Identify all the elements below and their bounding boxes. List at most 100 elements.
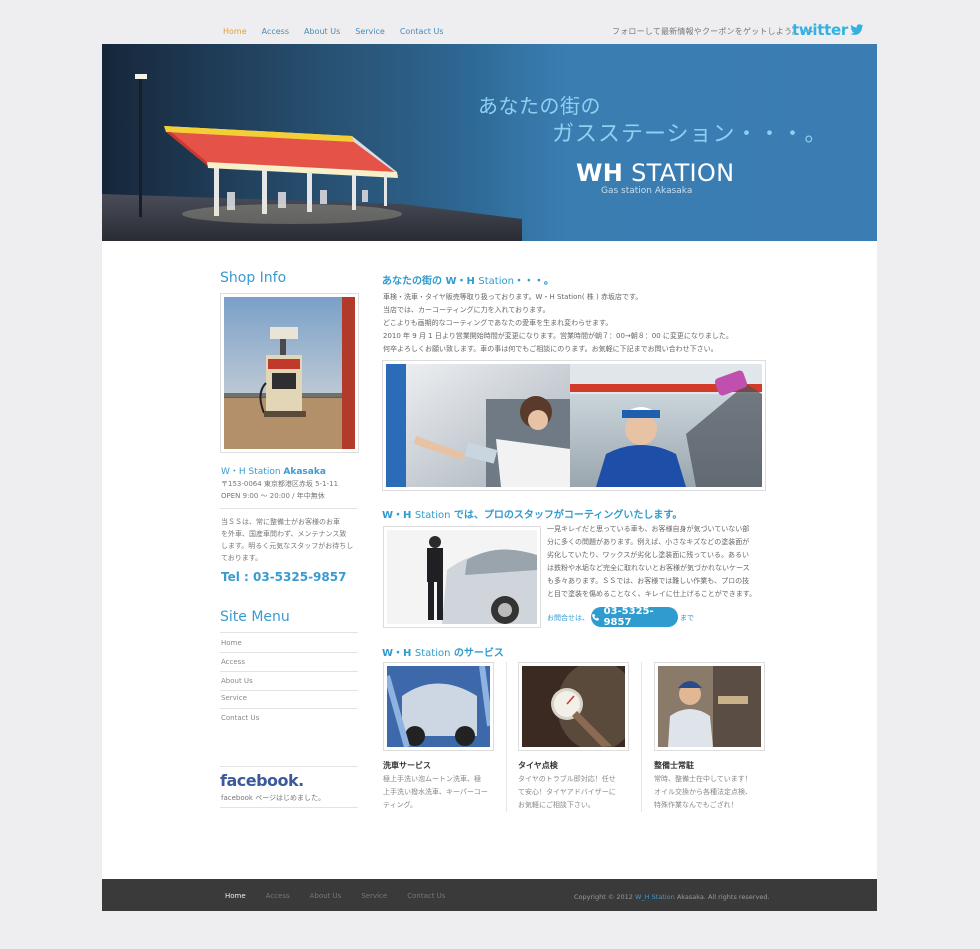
service-line: て安心！タイヤアドバイザーに	[518, 788, 616, 796]
footer-nav-service[interactable]: Service	[361, 892, 387, 900]
shop-desc-line: 当ＳＳは、常に整備士がお客様のお車	[221, 518, 340, 526]
facebook-logo[interactable]: facebook.	[220, 771, 304, 790]
coating-heading-part: では、プロのスタッフがコーティングいたします。	[450, 510, 683, 521]
coating-line: も多々あります。ＳＳでは、お客様では難しい作業も、プロの技	[547, 577, 750, 585]
shop-hours: OPEN 9:00 〜 20:00 / 年中無休	[221, 492, 325, 500]
twitter-logo: twitter	[792, 21, 848, 39]
intro-line: 当店では、カーコーティングに力を入れております。	[383, 306, 550, 314]
divider	[641, 662, 642, 812]
service-line: オイル交換から各種法定点検、	[654, 788, 752, 796]
footer-nav-about-us[interactable]: About Us	[310, 892, 342, 900]
hero-subtitle: Gas station Akasaka	[601, 186, 693, 196]
intro-heading-part: あなたの街の W・H	[382, 276, 479, 287]
twitter-link[interactable]: twitter	[792, 21, 864, 39]
intro-line: 2010 年 9 月 1 日より営業開始時間が変更になります。営業時間が朝７：0…	[383, 332, 733, 340]
diesel-pump-photo	[224, 297, 355, 449]
mechanic-photo	[658, 666, 761, 747]
site-menu-title: Site Menu	[220, 609, 290, 625]
shop-desc-line: します。明るく元気なスタッフがお待ちし	[221, 542, 354, 550]
footer-nav-access[interactable]: Access	[266, 892, 290, 900]
shop-tel[interactable]: Tel : 03-5325-9857	[221, 570, 346, 584]
service-line: 特殊作業なんでもござれ！	[654, 801, 738, 809]
side-menu-service[interactable]: Service	[221, 694, 247, 702]
divider	[506, 662, 507, 812]
service-line: 極上手洗い泡ムートン洗車、極	[383, 775, 481, 783]
hero-banner: あなたの街の ガスステーション・・・。 WH STATION Gas stati…	[102, 44, 877, 241]
coating-photo	[383, 526, 541, 628]
hero-tagline-1: あなたの街の	[478, 94, 601, 118]
shop-desc-line: を外車、国産車問わず、メンテナンス致	[221, 530, 347, 538]
call-button[interactable]: 03-5325-9857	[591, 606, 678, 628]
copyright-part: Copyright © 2012	[574, 893, 636, 901]
side-menu-home[interactable]: Home	[221, 639, 242, 647]
services-heading-part: のサービス	[450, 648, 504, 659]
car-wash-photo	[384, 665, 493, 748]
side-menu-about-us[interactable]: About Us	[221, 677, 253, 685]
footer-nav-home[interactable]: Home	[225, 892, 246, 900]
service-line: タイヤのトラブル即対応！任せ	[518, 775, 616, 783]
hero-tagline-2: ガスステーション・・・。	[552, 122, 828, 147]
service-line: 常時、整備士在中しています！	[654, 775, 752, 783]
coating-line: と目で塗装を傷めることなく、キレイに仕上げることができます。	[547, 590, 757, 598]
shop-info-title: Shop Info	[220, 270, 287, 286]
shop-name-bold: Akasaka	[283, 467, 326, 477]
top-nav: Home Access About Us Service Contact Us	[223, 27, 459, 36]
twitter-bird-icon	[850, 24, 864, 35]
man-with-car-photo	[387, 530, 537, 624]
shop-address: 〒153-0064 東京都港区赤坂 5-1-11	[221, 480, 339, 488]
nav-about-us[interactable]: About Us	[304, 27, 340, 36]
intro-line: 何卒よろしくお願い致します。車の事は何でもご相談にのります。お気軽に下記までお問…	[383, 345, 718, 353]
side-menu-access[interactable]: Access	[221, 658, 245, 666]
divider	[220, 708, 358, 709]
coating-heading-part: W・H	[382, 510, 415, 521]
service-title: 洗車サービス	[383, 761, 431, 770]
hero-brand-rest: STATION	[623, 159, 735, 187]
side-menu-contact-us[interactable]: Contact Us	[221, 714, 259, 722]
nav-service[interactable]: Service	[355, 27, 385, 36]
service-line: お気軽にご相談下さい。	[518, 801, 595, 809]
services-heading-part: W・H	[382, 648, 415, 659]
nav-access[interactable]: Access	[262, 27, 289, 36]
contact-suffix: まで	[680, 614, 694, 622]
intro-heading-part: Station	[478, 276, 514, 287]
divider	[220, 652, 358, 653]
service-photo-tire	[518, 661, 637, 751]
hero-brand-bold: WH	[576, 159, 624, 187]
service-text: 極上手洗い泡ムートン洗車、極 上手洗い撥水洗車、キーパーコー ティング。	[383, 773, 495, 812]
tire-gauge-photo	[522, 661, 637, 751]
divider	[220, 690, 358, 691]
staff-service-photo	[386, 364, 762, 487]
service-text: タイヤのトラブル即対応！任せ て安心！タイヤアドバイザーに お気軽にご相談下さい…	[518, 773, 630, 812]
service-line: ティング。	[383, 801, 418, 809]
service-photo-mechanic	[654, 662, 765, 751]
coating-heading: W・H Station では、プロのスタッフがコーティングいたします。	[382, 506, 682, 521]
nav-home[interactable]: Home	[223, 27, 247, 36]
staff-photos	[382, 360, 766, 491]
facebook-text[interactable]: facebook ページはじめました。	[221, 792, 325, 804]
coating-text: 一見キレイだと思っている車も、お客様自身が気づいていない部 分に多くの問題があり…	[547, 523, 772, 601]
divider	[220, 807, 358, 808]
phone-icon	[592, 613, 599, 621]
services-heading: W・H Station のサービス	[382, 644, 504, 659]
service-line: 上手洗い撥水洗車、キーパーコー	[383, 788, 488, 796]
footer-nav: Home Access About Us Service Contact Us	[225, 892, 465, 900]
divider	[220, 632, 358, 633]
divider	[220, 766, 358, 767]
shop-name-prefix: W・H Station	[221, 467, 284, 477]
coating-heading-part: Station	[414, 510, 451, 521]
services-heading-part: Station	[414, 648, 451, 659]
service-text: 常時、整備士在中しています！ オイル交換から各種法定点検、 特殊作業なんでもござ…	[654, 773, 766, 812]
copyright-link[interactable]: W_H Station	[635, 893, 675, 901]
intro-line: どこよりも画期的なコーティングであなたの愛車を生まれ変わらせます。	[383, 319, 613, 327]
twitter-follow-text[interactable]: フォローして最新情報やクーポンをゲットしよう。>>	[612, 26, 814, 37]
shop-desc-line: ております。	[221, 554, 263, 562]
intro-heading: あなたの街の W・H Station・・・。	[382, 272, 554, 287]
call-number: 03-5325-9857	[603, 606, 654, 628]
hero-brand: WH STATION	[576, 159, 734, 187]
footer-nav-contact-us[interactable]: Contact Us	[407, 892, 445, 900]
coating-line: 分に多くの問題があります。例えば、小さなキズなどの塗装面が	[547, 538, 750, 546]
service-photo-car-wash	[383, 662, 494, 751]
shop-description: 当ＳＳは、常に整備士がお客様のお車 を外車、国産車問わず、メンテナンス致 します…	[221, 516, 353, 564]
copyright-part: Akasaka. All rights reserved.	[674, 893, 770, 901]
nav-contact-us[interactable]: Contact Us	[400, 27, 444, 36]
